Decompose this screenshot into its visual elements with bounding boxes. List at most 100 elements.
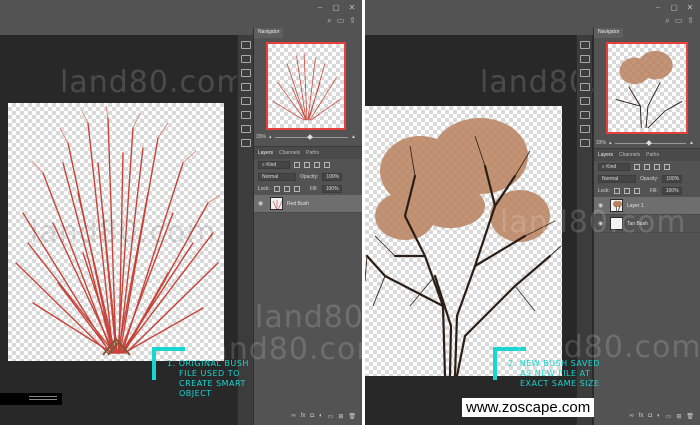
link-icon[interactable]: ∞ (629, 413, 633, 423)
zoom-value[interactable]: 33% (256, 134, 266, 140)
blend-mode-select[interactable]: Normal (258, 173, 296, 181)
layer-name[interactable]: Red Bush (287, 201, 309, 207)
adjustment-filter-icon[interactable] (644, 164, 650, 170)
layer-row[interactable]: ◉ Tan Bush (594, 215, 700, 233)
opacity-field[interactable]: 100% (322, 173, 343, 181)
tab-layers[interactable]: Layers (258, 150, 273, 156)
layer-name[interactable]: Layer 1 (627, 203, 644, 209)
zoom-slider-knob[interactable] (306, 133, 313, 140)
adjustments-icon[interactable] (579, 69, 590, 77)
styles-icon[interactable] (579, 139, 590, 147)
layer-row[interactable]: ◉ Layer 1 (594, 197, 700, 215)
mask-icon[interactable]: ◘ (310, 413, 314, 423)
visibility-eye-icon[interactable]: ◉ (598, 220, 606, 227)
character-icon[interactable] (579, 97, 590, 105)
group-icon[interactable]: ▭ (328, 413, 334, 423)
libraries-icon[interactable] (579, 125, 590, 133)
type-filter-icon[interactable] (314, 162, 320, 168)
tab-channels[interactable]: Channels (619, 152, 640, 158)
history-icon[interactable] (579, 41, 590, 49)
properties-icon[interactable] (240, 55, 251, 63)
new-layer-icon[interactable]: ⊞ (338, 413, 343, 423)
lock-position-icon[interactable] (623, 188, 630, 194)
paragraph-icon[interactable] (240, 111, 251, 119)
mask-icon[interactable]: ◘ (648, 413, 652, 423)
visibility-eye-icon[interactable]: ◉ (258, 200, 266, 207)
navigator-thumbnail[interactable] (606, 42, 688, 134)
properties-icon[interactable] (579, 55, 590, 63)
visibility-eye-icon[interactable]: ◉ (598, 202, 606, 209)
share-icon[interactable]: ⇪ (349, 16, 356, 26)
adjustment-layer-icon[interactable]: ◐ (657, 413, 661, 423)
close-icon[interactable]: ✕ (348, 3, 356, 12)
search-icon[interactable]: ⌕ (665, 16, 669, 26)
pixel-filter-icon[interactable] (634, 164, 640, 170)
zoom-in-icon[interactable]: ▲ (351, 134, 356, 140)
history-icon[interactable] (240, 41, 251, 49)
navigator-tab[interactable]: Navigator (254, 28, 284, 38)
kind-filter-select[interactable]: ⌕ Kind (598, 163, 630, 171)
minimize-icon[interactable]: – (654, 3, 662, 12)
lock-pixels-icon[interactable] (613, 188, 620, 194)
layer-name[interactable]: Tan Bush (627, 221, 648, 227)
brush-icon[interactable] (579, 83, 590, 91)
layer-row[interactable]: ◉ Red Bush (254, 195, 362, 213)
opacity-field[interactable]: 100% (662, 175, 683, 183)
group-icon[interactable]: ▭ (666, 413, 672, 423)
layers-bottom-toolbar: ∞ fx ◘ ◐ ▭ ⊞ 🗑 (594, 413, 700, 423)
lock-all-icon[interactable] (633, 188, 640, 194)
zoom-slider[interactable] (274, 133, 349, 140)
zoom-in-icon[interactable]: ▲ (689, 140, 694, 146)
close-icon[interactable]: ✕ (686, 3, 694, 12)
right-layers-panel: Layers Channels Paths ⌕ Kind Normal Opac… (594, 148, 700, 425)
workspace-icon[interactable]: ▭ (675, 16, 683, 26)
libraries-icon[interactable] (240, 125, 251, 133)
lock-position-icon[interactable] (283, 186, 290, 192)
adjustments-icon[interactable] (240, 69, 251, 77)
fx-icon[interactable]: fx (639, 413, 644, 423)
left-layers-panel: Layers Channels Paths ⌕ Kind Normal Opac… (254, 146, 362, 425)
lock-pixels-icon[interactable] (273, 186, 280, 192)
new-layer-icon[interactable]: ⊞ (676, 413, 681, 423)
tab-paths[interactable]: Paths (646, 152, 659, 158)
type-filter-icon[interactable] (654, 164, 660, 170)
brush-icon[interactable] (240, 83, 251, 91)
fill-field[interactable]: 100% (661, 187, 682, 195)
maximize-icon[interactable]: ▢ (670, 3, 678, 12)
adjustment-filter-icon[interactable] (304, 162, 310, 168)
fx-icon[interactable]: fx (301, 413, 306, 423)
workspace-icon[interactable]: ▭ (337, 16, 345, 26)
tab-channels[interactable]: Channels (279, 150, 300, 156)
adjustment-layer-icon[interactable]: ◐ (319, 413, 323, 423)
shape-filter-icon[interactable] (664, 164, 670, 170)
layer-filter-row: ⌕ Kind (254, 159, 362, 171)
share-icon[interactable]: ⇪ (687, 16, 694, 26)
trash-icon[interactable]: 🗑 (686, 413, 694, 423)
kind-filter-select[interactable]: ⌕ Kind (258, 161, 290, 169)
zoom-slider-knob[interactable] (645, 139, 652, 146)
zoom-out-icon[interactable]: ▴ (609, 140, 612, 146)
navigator-thumbnail[interactable] (266, 42, 346, 130)
zoom-out-icon[interactable]: ▴ (269, 134, 272, 140)
blend-mode-select[interactable]: Normal (598, 175, 636, 183)
lock-all-icon[interactable] (293, 186, 300, 192)
fill-field[interactable]: 100% (321, 185, 342, 193)
site-url[interactable]: www.zoscape.com (462, 398, 595, 417)
left-document-canvas[interactable] (8, 103, 224, 361)
right-document-canvas[interactable] (365, 106, 562, 376)
navigator-tab[interactable]: Navigator (594, 28, 624, 38)
shape-filter-icon[interactable] (324, 162, 330, 168)
zoom-value[interactable]: 33% (596, 140, 606, 146)
maximize-icon[interactable]: ▢ (332, 3, 340, 12)
pixel-filter-icon[interactable] (294, 162, 300, 168)
character-icon[interactable] (240, 97, 251, 105)
search-icon[interactable]: ⌕ (327, 16, 331, 26)
link-icon[interactable]: ∞ (291, 413, 295, 423)
trash-icon[interactable]: 🗑 (348, 413, 356, 423)
minimize-icon[interactable]: – (316, 3, 324, 12)
zoom-slider[interactable] (614, 139, 687, 146)
paragraph-icon[interactable] (579, 111, 590, 119)
tab-paths[interactable]: Paths (306, 150, 319, 156)
tab-layers[interactable]: Layers (598, 152, 613, 158)
styles-icon[interactable] (240, 139, 251, 147)
